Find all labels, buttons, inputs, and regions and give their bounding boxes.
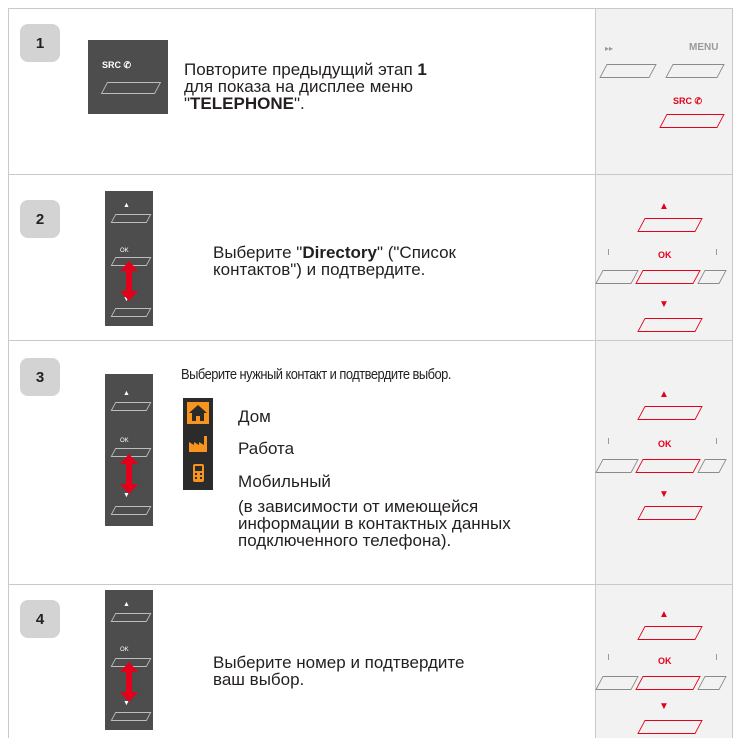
ok-label: OK (658, 250, 672, 260)
step-number-badge: 1 (20, 24, 60, 62)
down-slot (637, 506, 703, 520)
up-arrow-icon: ▲ (123, 390, 130, 397)
src-display-label: SRC ✆ (673, 96, 703, 106)
side-slot (595, 459, 639, 473)
ok-button-label: OK (120, 647, 129, 653)
ok-highlight-slot (635, 459, 701, 473)
step-3-note: (в зависимости от имеющейся информации в… (238, 497, 511, 550)
step-number-badge: 3 (20, 358, 60, 396)
scroll-double-arrow-icon (120, 261, 138, 301)
mobile-phone-icon (187, 462, 209, 484)
step-1-instruction: Повторите предыдущий этап 1 для показа н… (184, 60, 427, 113)
down-arrow-icon: ▼ (659, 299, 669, 310)
display-panel-4: ▲ OK ▼ (595, 584, 733, 738)
step-row-1: 1 SRC ✆ Повторите предыдущий этап 1 для … (8, 8, 733, 174)
src-button-label: SRC ✆ (102, 60, 132, 70)
option-work: Работа (238, 439, 295, 458)
up-slot (637, 218, 703, 232)
ok-button-label: OK (120, 248, 129, 254)
menu-label: MENU (689, 42, 719, 53)
display-panel-2: ▲ OK ▼ (595, 174, 733, 340)
up-arrow-icon: ▲ (659, 201, 669, 212)
side-slot (595, 270, 639, 284)
ok-label: OK (658, 656, 672, 666)
step-row-3: 3 ▲ OK ▼ Выберите нужный контакт и подтв… (8, 340, 733, 584)
src-button[interactable]: SRC ✆ (88, 40, 168, 114)
navigation-pad[interactable]: ▲ OK ▼ (105, 191, 153, 326)
down-slot (637, 318, 703, 332)
navigation-pad[interactable]: ▲ OK ▼ (105, 590, 153, 730)
step-4-instruction: Выберите номер и подтвердите ваш выбор. (213, 653, 465, 689)
ok-button-label: OK (120, 438, 129, 444)
side-slot (697, 676, 727, 690)
option-home: Дом (238, 407, 271, 426)
up-arrow-icon: ▲ (123, 202, 130, 209)
button-slot (110, 402, 152, 411)
button-slot (110, 613, 152, 622)
button-slot (110, 214, 152, 223)
tick-mark (608, 438, 609, 444)
navigation-pad[interactable]: ▲ OK ▼ (105, 374, 153, 526)
display-panel-1: ▸▸ MENU SRC ✆ (595, 8, 733, 174)
step-3-heading: Выберите нужный контакт и подтвердите вы… (181, 366, 451, 383)
option-mobile: Мобильный (238, 472, 331, 491)
ok-highlight-slot (635, 270, 701, 284)
tick-mark (716, 654, 717, 660)
up-arrow-icon: ▲ (123, 601, 130, 608)
ok-highlight-slot (635, 676, 701, 690)
step-row-4: 4 ▲ OK ▼ Выберите номер и подтвердите ва… (8, 584, 733, 738)
up-arrow-icon: ▲ (659, 389, 669, 400)
down-arrow-icon: ▼ (659, 489, 669, 500)
src-highlight-slot (659, 114, 725, 128)
scroll-double-arrow-icon (120, 662, 138, 702)
home-icon (187, 402, 209, 424)
step-row-2: 2 ▲ OK ▼ Выберите "Directory" ("Список к… (8, 174, 733, 340)
step-number-badge: 4 (20, 600, 60, 638)
down-arrow-icon: ▼ (659, 701, 669, 712)
side-slot (697, 459, 727, 473)
factory-icon (187, 432, 209, 454)
up-slot (637, 406, 703, 420)
step-number-badge: 2 (20, 200, 60, 238)
button-slot (100, 82, 162, 94)
button-slot (110, 506, 152, 515)
side-slot (595, 676, 639, 690)
step-2-instruction: Выберите "Directory" ("Список контактов"… (213, 243, 456, 279)
instruction-table: 1 SRC ✆ Повторите предыдущий этап 1 для … (8, 8, 733, 738)
menu-slot-right (665, 64, 725, 78)
tick-mark (716, 438, 717, 444)
up-arrow-icon: ▲ (659, 609, 669, 620)
ok-label: OK (658, 439, 672, 449)
side-slot (697, 270, 727, 284)
up-slot (637, 626, 703, 640)
phone-handset-icon: ✆ (123, 60, 132, 70)
tick-mark (608, 654, 609, 660)
menu-slot-left (599, 64, 657, 78)
display-panel-3: ▲ OK ▼ (595, 340, 733, 584)
tick-mark (608, 249, 609, 255)
down-slot (637, 720, 703, 734)
tick-mark (716, 249, 717, 255)
button-slot (110, 712, 152, 721)
fast-forward-icon: ▸▸ (605, 44, 614, 53)
button-slot (110, 308, 152, 317)
scroll-double-arrow-icon (120, 454, 138, 494)
